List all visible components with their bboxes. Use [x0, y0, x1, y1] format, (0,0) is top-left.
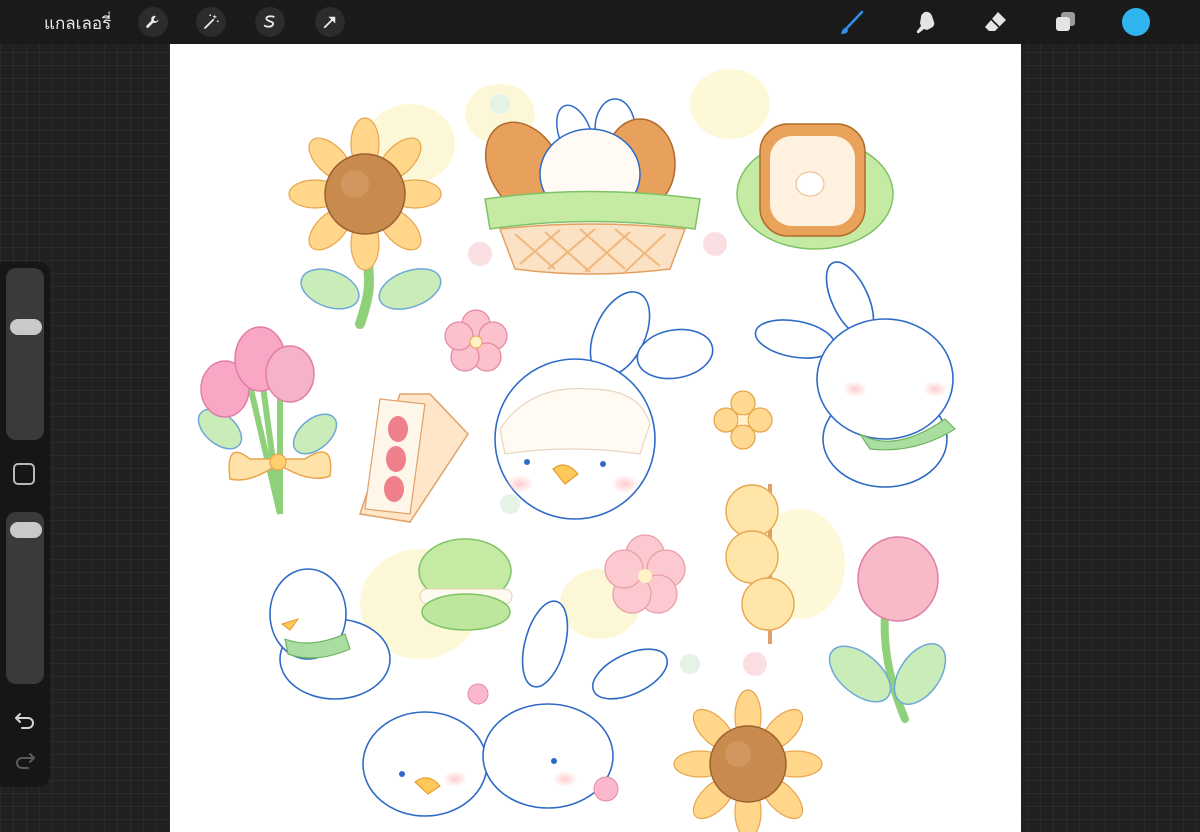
sunflower-bottom-sticker [673, 689, 823, 832]
orange-flower-sticker [713, 390, 773, 450]
artwork [197, 69, 956, 832]
left-sidebar [0, 262, 50, 787]
eraser-icon [985, 12, 1006, 31]
arrow-transform-icon [323, 16, 336, 29]
procreate-app: แกลเลอรี่ [0, 0, 1200, 832]
modify-button[interactable] [13, 463, 35, 485]
undo-button[interactable] [10, 708, 40, 732]
brush-size-thumb[interactable] [10, 319, 42, 336]
macaron-sticker [418, 538, 513, 631]
brush-tool[interactable] [836, 6, 868, 38]
pink-blossom-sticker [604, 534, 686, 614]
toast-sticker [736, 123, 894, 250]
redo-icon [16, 753, 35, 769]
brush-icon [841, 10, 864, 34]
adjustments-button[interactable] [196, 7, 226, 37]
magic-wand-icon [204, 14, 219, 29]
opacity-slider[interactable] [6, 512, 44, 684]
drawing-canvas[interactable] [170, 44, 1021, 832]
actions-button[interactable] [138, 7, 168, 37]
redo-button[interactable] [10, 748, 40, 772]
eraser-tool[interactable] [980, 6, 1012, 38]
opacity-thumb[interactable] [10, 521, 42, 538]
selection-icon [263, 15, 275, 28]
color-picker-swatch[interactable] [1122, 8, 1150, 36]
undo-icon [15, 713, 34, 729]
smudge-icon [916, 11, 935, 34]
brush-size-slider[interactable] [6, 268, 44, 440]
transform-button[interactable] [315, 7, 345, 37]
bunny-scarf-sticker [754, 261, 956, 488]
smudge-tool[interactable] [910, 6, 942, 38]
gallery-link[interactable]: แกลเลอรี่ [44, 10, 111, 37]
bread-basket-sticker [484, 98, 701, 275]
layers-icon [1056, 12, 1075, 31]
strawberry-sandwich-sticker [359, 393, 469, 523]
pink-flower-sticker [444, 309, 508, 372]
bunny-duck-sticker [494, 291, 714, 520]
layers-button[interactable] [1050, 6, 1082, 38]
top-toolbar: แกลเลอรี่ [0, 0, 1200, 44]
tulip-bouquet-sticker [197, 326, 338, 515]
wrench-icon [146, 15, 159, 28]
selection-button[interactable] [255, 7, 285, 37]
